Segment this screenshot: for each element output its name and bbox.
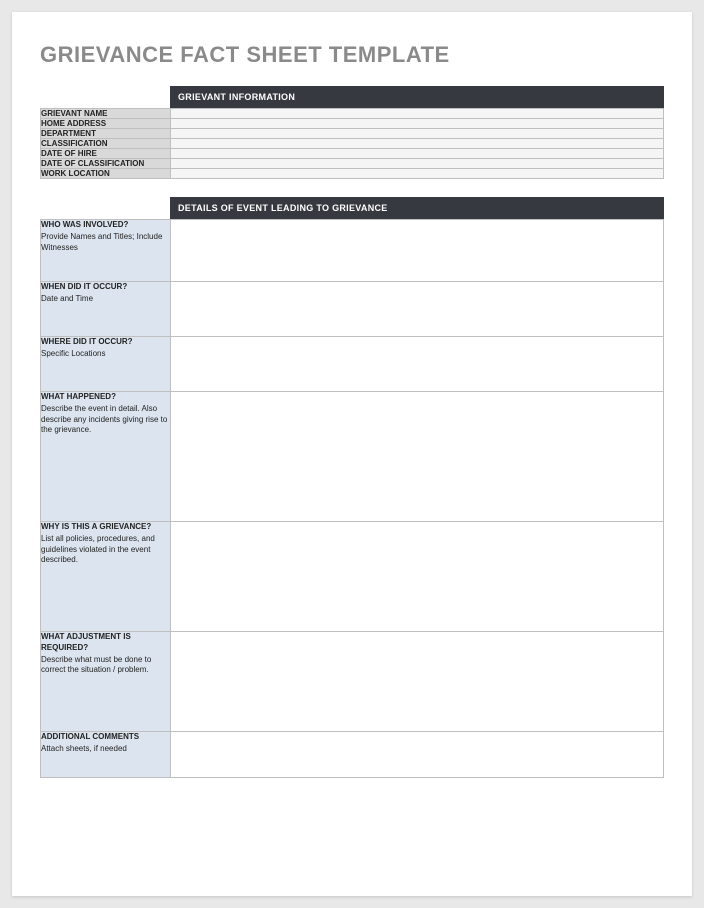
question-text: ADDITIONAL COMMENTS xyxy=(41,732,170,743)
label-grievant-name: GRIEVANT NAME xyxy=(41,109,171,119)
value-grievant-name[interactable] xyxy=(171,109,664,119)
label-date-of-hire: DATE OF HIRE xyxy=(41,149,171,159)
section1-header: GRIEVANT INFORMATION xyxy=(170,86,664,108)
label-why-grievance: WHY IS THIS A GRIEVANCE? List all polici… xyxy=(41,522,171,632)
label-classification: CLASSIFICATION xyxy=(41,139,171,149)
table-row: HOME ADDRESS xyxy=(41,119,664,129)
table-row: WHAT HAPPENED? Describe the event in det… xyxy=(41,392,664,522)
value-who-was-involved[interactable] xyxy=(171,220,664,282)
section1-header-row: GRIEVANT INFORMATION xyxy=(40,86,664,108)
description-text: List all policies, procedures, and guide… xyxy=(41,534,155,565)
value-home-address[interactable] xyxy=(171,119,664,129)
value-classification[interactable] xyxy=(171,139,664,149)
value-additional-comments[interactable] xyxy=(171,732,664,778)
value-what-happened[interactable] xyxy=(171,392,664,522)
details-table: WHO WAS INVOLVED? Provide Names and Titl… xyxy=(40,219,664,778)
label-date-of-classification: DATE OF CLASSIFICATION xyxy=(41,159,171,169)
grievant-info-table: GRIEVANT NAME HOME ADDRESS DEPARTMENT CL… xyxy=(40,108,664,179)
value-work-location[interactable] xyxy=(171,169,664,179)
table-row: WHO WAS INVOLVED? Provide Names and Titl… xyxy=(41,220,664,282)
section2-header: DETAILS OF EVENT LEADING TO GRIEVANCE xyxy=(170,197,664,219)
label-additional-comments: ADDITIONAL COMMENTS Attach sheets, if ne… xyxy=(41,732,171,778)
table-row: DEPARTMENT xyxy=(41,129,664,139)
label-home-address: HOME ADDRESS xyxy=(41,119,171,129)
label-department: DEPARTMENT xyxy=(41,129,171,139)
value-where-did-it-occur[interactable] xyxy=(171,337,664,392)
value-department[interactable] xyxy=(171,129,664,139)
section2-spacer xyxy=(40,197,170,219)
value-why-grievance[interactable] xyxy=(171,522,664,632)
question-text: WHAT ADJUSTMENT IS REQUIRED? xyxy=(41,632,170,654)
table-row: WHY IS THIS A GRIEVANCE? List all polici… xyxy=(41,522,664,632)
description-text: Attach sheets, if needed xyxy=(41,744,127,753)
table-row: ADDITIONAL COMMENTS Attach sheets, if ne… xyxy=(41,732,664,778)
table-row: WHEN DID IT OCCUR? Date and Time xyxy=(41,282,664,337)
value-date-of-hire[interactable] xyxy=(171,149,664,159)
description-text: Describe what must be done to correct th… xyxy=(41,655,151,675)
value-adjustment-required[interactable] xyxy=(171,632,664,732)
section2-header-row: DETAILS OF EVENT LEADING TO GRIEVANCE xyxy=(40,197,664,219)
table-row: DATE OF HIRE xyxy=(41,149,664,159)
label-where-did-it-occur: WHERE DID IT OCCUR? Specific Locations xyxy=(41,337,171,392)
label-adjustment-required: WHAT ADJUSTMENT IS REQUIRED? Describe wh… xyxy=(41,632,171,732)
question-text: WHY IS THIS A GRIEVANCE? xyxy=(41,522,170,533)
question-text: WHEN DID IT OCCUR? xyxy=(41,282,170,293)
table-row: WHAT ADJUSTMENT IS REQUIRED? Describe wh… xyxy=(41,632,664,732)
label-what-happened: WHAT HAPPENED? Describe the event in det… xyxy=(41,392,171,522)
label-work-location: WORK LOCATION xyxy=(41,169,171,179)
document-page: GRIEVANCE FACT SHEET TEMPLATE GRIEVANT I… xyxy=(12,12,692,896)
description-text: Provide Names and Titles; Include Witnes… xyxy=(41,232,162,252)
question-text: WHAT HAPPENED? xyxy=(41,392,170,403)
table-row: CLASSIFICATION xyxy=(41,139,664,149)
value-date-of-classification[interactable] xyxy=(171,159,664,169)
table-row: WHERE DID IT OCCUR? Specific Locations xyxy=(41,337,664,392)
description-text: Specific Locations xyxy=(41,349,105,358)
label-when-did-it-occur: WHEN DID IT OCCUR? Date and Time xyxy=(41,282,171,337)
question-text: WHO WAS INVOLVED? xyxy=(41,220,170,231)
table-row: GRIEVANT NAME xyxy=(41,109,664,119)
description-text: Describe the event in detail. Also descr… xyxy=(41,404,167,435)
description-text: Date and Time xyxy=(41,294,93,303)
page-title: GRIEVANCE FACT SHEET TEMPLATE xyxy=(40,42,664,68)
table-row: WORK LOCATION xyxy=(41,169,664,179)
label-who-was-involved: WHO WAS INVOLVED? Provide Names and Titl… xyxy=(41,220,171,282)
question-text: WHERE DID IT OCCUR? xyxy=(41,337,170,348)
section1-spacer xyxy=(40,86,170,108)
value-when-did-it-occur[interactable] xyxy=(171,282,664,337)
table-row: DATE OF CLASSIFICATION xyxy=(41,159,664,169)
